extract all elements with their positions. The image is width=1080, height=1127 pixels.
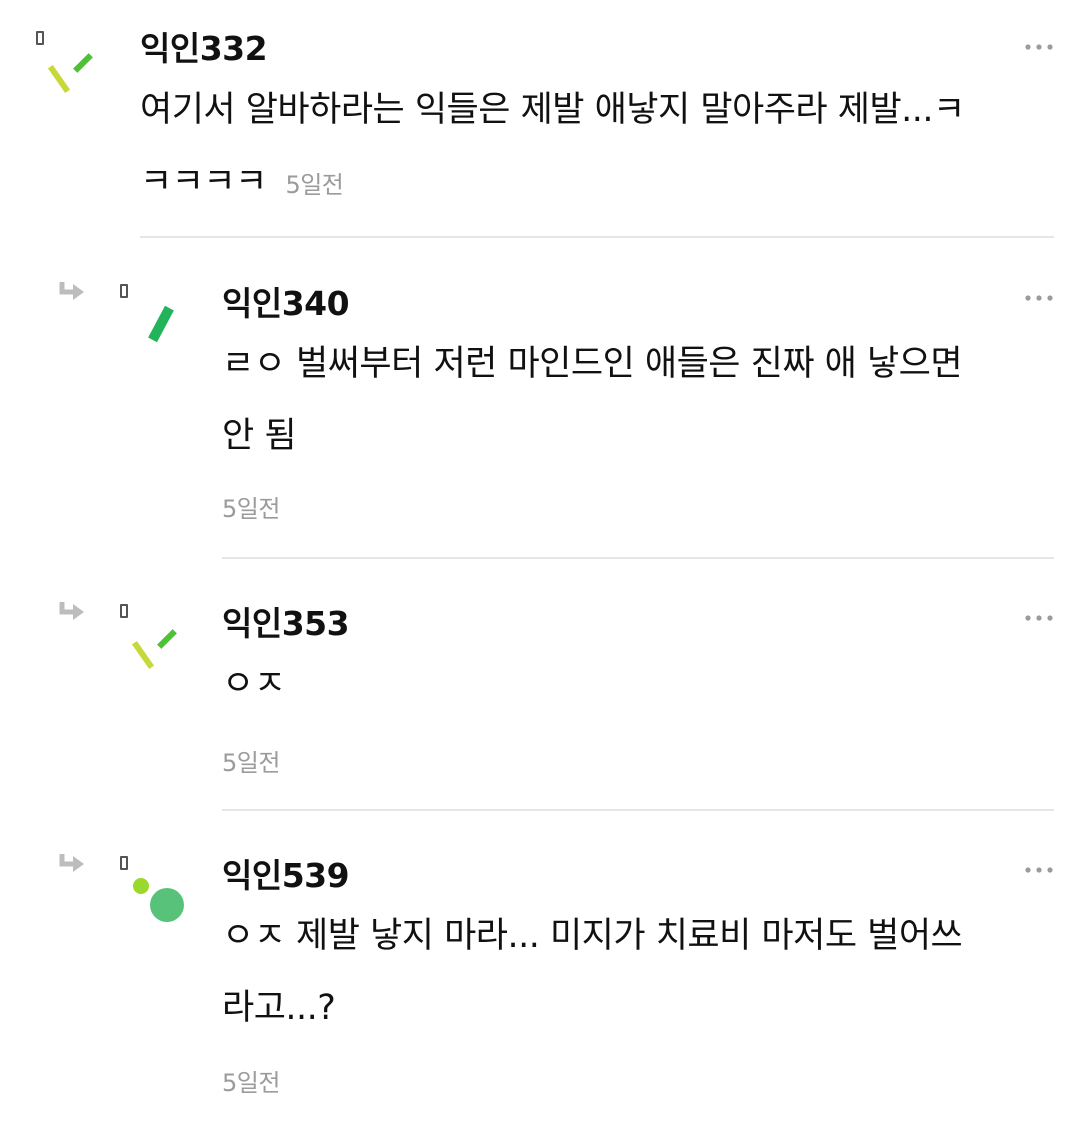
bookmark-tag-icon [120, 284, 128, 298]
timestamp: 5일전 [222, 495, 280, 523]
reply-arrow-icon [58, 280, 86, 304]
comment-text-line: ㄹㅇ 벌써부터 저런 마인드인 애들은 진짜 애 낳으면 [222, 344, 963, 384]
avatar[interactable] [130, 298, 190, 358]
reply-item: 익인539 ㅇㅈ 제발 낳지 마라... 미지가 치료비 마저도 벌어쓰 라고.… [0, 812, 1080, 1127]
avatar[interactable] [128, 618, 188, 678]
divider [140, 236, 1054, 238]
divider [222, 557, 1054, 559]
more-dots-icon[interactable] [1024, 288, 1054, 301]
comment-text-line: 라고...? [222, 988, 336, 1028]
reply-arrow-icon [58, 852, 86, 876]
timestamp: 5일전 [285, 171, 344, 199]
reply-item: 익인353 ㅇㅈ 5일전 [0, 560, 1080, 812]
comment-text: ㅇㅈ 제발 낳지 마라... 미지가 치료비 마저도 벌어쓰 라고...? [222, 900, 1052, 1044]
bookmark-tag-icon [36, 31, 44, 45]
comment-text-tail: ㅋㅋㅋㅋ [140, 162, 267, 202]
comment-text-line: ㅇㅈ 제발 낳지 마라... 미지가 치료비 마저도 벌어쓰 [222, 916, 963, 956]
timestamp: 5일전 [222, 749, 280, 777]
bookmark-tag-icon [120, 604, 128, 618]
divider [222, 809, 1054, 811]
nickname[interactable]: 익인340 [222, 277, 350, 325]
avatar[interactable] [128, 870, 188, 930]
comment-text: 여기서 알바하라는 익들은 제발 애낳지 말아주라 제발...ㅋ ㅋㅋㅋㅋ 5일… [140, 74, 1060, 221]
more-dots-icon[interactable] [1024, 860, 1054, 873]
comment-text: ㅇㅈ [222, 648, 1052, 720]
comment-text-line: 여기서 알바하라는 익들은 제발 애낳지 말아주라 제발...ㅋ [140, 90, 965, 130]
nickname[interactable]: 익인539 [222, 849, 350, 897]
nickname[interactable]: 익인332 [140, 22, 268, 70]
more-dots-icon[interactable] [1024, 608, 1054, 621]
timestamp: 5일전 [222, 1069, 280, 1097]
avatar[interactable] [44, 42, 104, 102]
comment-text: ㄹㅇ 벌써부터 저런 마인드인 애들은 진짜 애 낳으면 안 됨 [222, 328, 1052, 472]
reply-item: 익인340 ㄹㅇ 벌써부터 저런 마인드인 애들은 진짜 애 낳으면 안 됨 5… [0, 240, 1080, 560]
comment-text-line: 안 됨 [222, 416, 297, 456]
reply-arrow-icon [58, 600, 86, 624]
nickname[interactable]: 익인353 [222, 597, 350, 645]
comment-text-line: ㅋㅋㅋㅋ 5일전 [140, 146, 1060, 221]
bookmark-tag-icon [120, 856, 128, 870]
comment-item: 익인332 여기서 알바하라는 익들은 제발 애낳지 말아주라 제발...ㅋ ㅋ… [0, 0, 1080, 240]
comment-text-line: ㅇㅈ [222, 664, 286, 704]
more-dots-icon[interactable] [1024, 37, 1054, 50]
